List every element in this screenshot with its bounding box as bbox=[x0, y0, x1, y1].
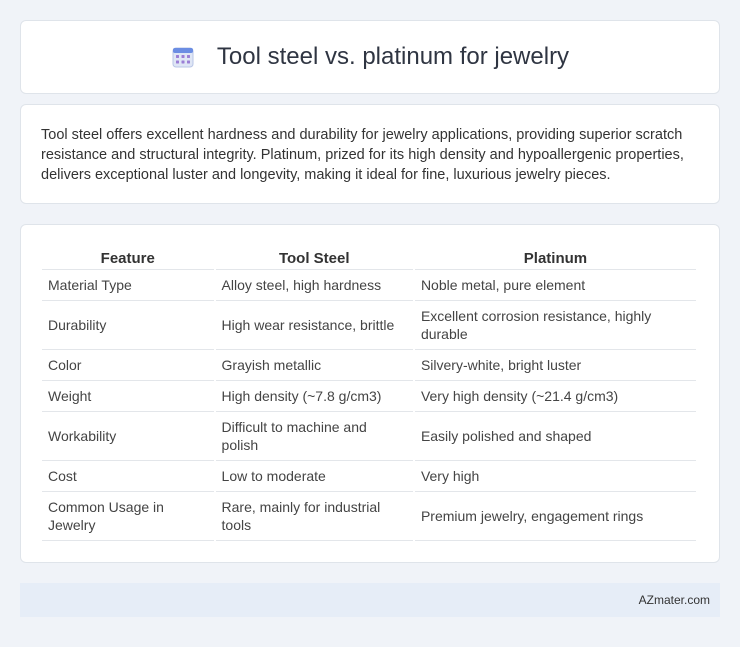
summary-card: Tool steel offers excellent hardness and… bbox=[20, 104, 720, 204]
table-cell: Very high density (~21.4 g/cm3) bbox=[414, 381, 696, 412]
table-row: Workability Difficult to machine and pol… bbox=[42, 412, 696, 461]
table-cell: Material Type bbox=[42, 270, 214, 301]
table-row: Durability High wear resistance, brittle… bbox=[42, 301, 696, 350]
table-cell: Difficult to machine and polish bbox=[215, 412, 413, 461]
table-cell: Alloy steel, high hardness bbox=[215, 270, 413, 301]
table-cell: Noble metal, pure element bbox=[414, 270, 696, 301]
table-row: Material Type Alloy steel, high hardness… bbox=[42, 270, 696, 301]
comparison-table: Feature Tool Steel Platinum Material Typ… bbox=[40, 245, 698, 541]
table-cell: Very high bbox=[414, 461, 696, 492]
table-row: Common Usage in Jewelry Rare, mainly for… bbox=[42, 492, 696, 541]
header-feature: Feature bbox=[42, 245, 214, 270]
comparison-card: Feature Tool Steel Platinum Material Typ… bbox=[20, 224, 720, 563]
table-cell: Silvery-white, bright luster bbox=[414, 350, 696, 381]
calendar-grid-icon bbox=[172, 47, 194, 68]
table-cell: Weight bbox=[42, 381, 214, 412]
header-tool-steel: Tool Steel bbox=[215, 245, 413, 270]
table-row: Color Grayish metallic Silvery-white, br… bbox=[42, 350, 696, 381]
table-row: Cost Low to moderate Very high bbox=[42, 461, 696, 492]
table-row: Weight High density (~7.8 g/cm3) Very hi… bbox=[42, 381, 696, 412]
table-cell: Workability bbox=[42, 412, 214, 461]
table-cell: High wear resistance, brittle bbox=[215, 301, 413, 350]
table-cell: Common Usage in Jewelry bbox=[42, 492, 214, 541]
summary-text: Tool steel offers excellent hardness and… bbox=[41, 127, 684, 183]
table-cell: Premium jewelry, engagement rings bbox=[414, 492, 696, 541]
page-title: Tool steel vs. platinum for jewelry bbox=[216, 43, 570, 70]
table-cell: Low to moderate bbox=[215, 461, 413, 492]
table-cell: Grayish metallic bbox=[215, 350, 413, 381]
title-card: Tool steel vs. platinum for jewelry bbox=[20, 20, 720, 94]
footer-bar: AZmater.com bbox=[20, 583, 720, 617]
header-platinum: Platinum bbox=[414, 245, 696, 270]
table-cell: Rare, mainly for industrial tools bbox=[215, 492, 413, 541]
table-header-row: Feature Tool Steel Platinum bbox=[42, 245, 696, 270]
footer-brand[interactable]: AZmater.com bbox=[639, 593, 710, 607]
table-cell: Cost bbox=[42, 461, 214, 492]
table-cell: Excellent corrosion resistance, highly d… bbox=[414, 301, 696, 350]
table-cell: High density (~7.8 g/cm3) bbox=[215, 381, 413, 412]
table-cell: Color bbox=[42, 350, 214, 381]
table-cell: Easily polished and shaped bbox=[414, 412, 696, 461]
table-cell: Durability bbox=[42, 301, 214, 350]
